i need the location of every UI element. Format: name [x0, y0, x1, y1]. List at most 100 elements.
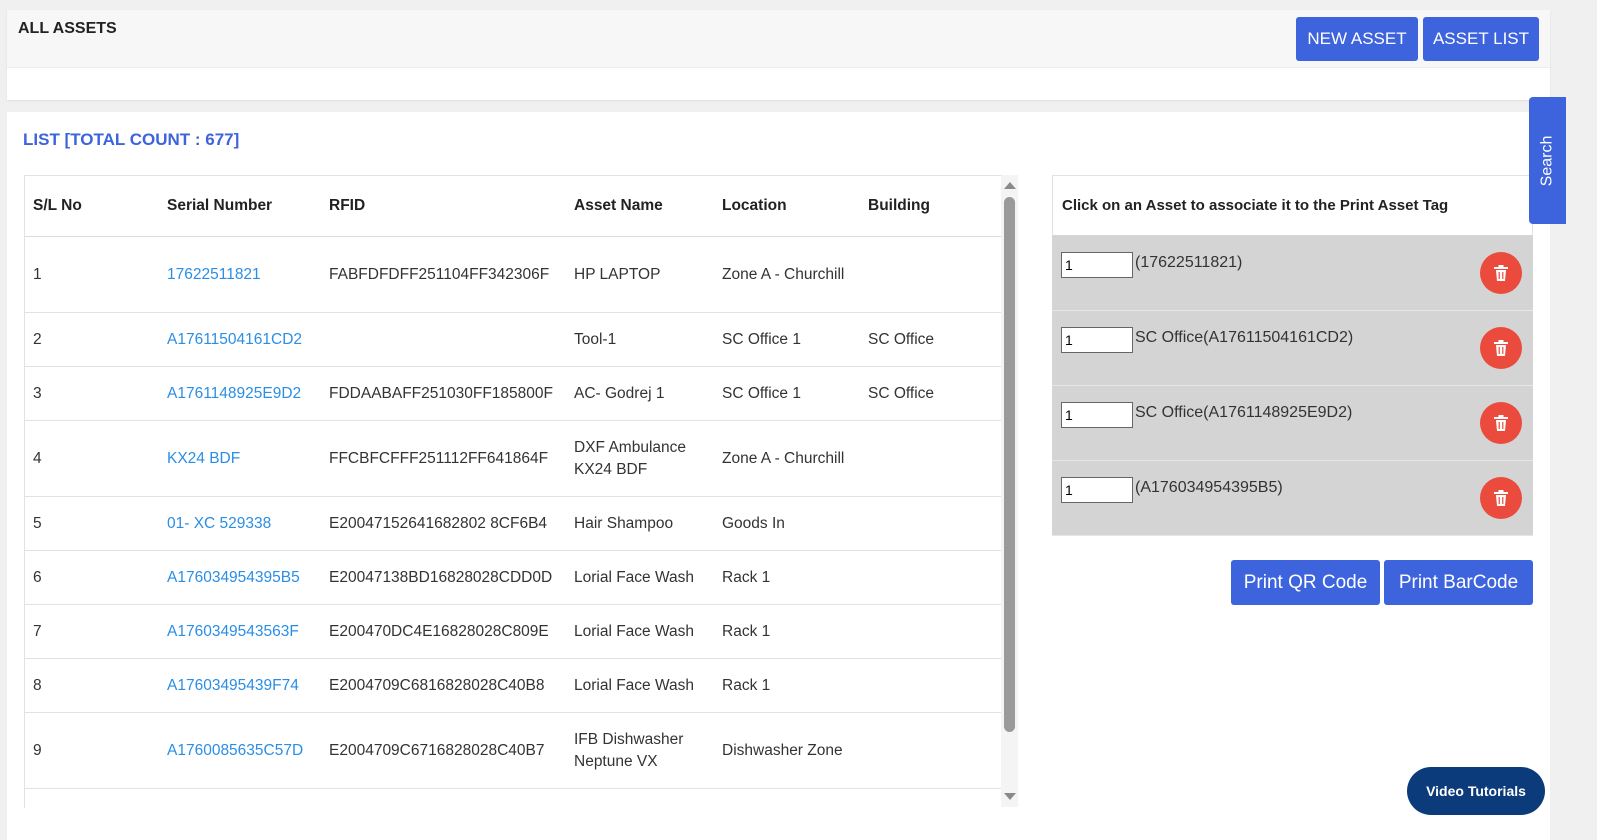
print-barcode-button[interactable]: Print BarCode — [1384, 560, 1533, 605]
page-title: ALL ASSETS — [18, 20, 117, 37]
table-row[interactable]: 9 A1760085635C57D E2004709C6716828028C40… — [25, 712, 1001, 789]
serial-number-link[interactable]: A1761148925E9D2 — [159, 366, 321, 421]
scroll-thumb[interactable] — [1004, 197, 1015, 732]
print-tag-item: SC Office(A17611504161CD2) — [1052, 311, 1533, 386]
cell-asset-name: HP LAPTOP — [566, 236, 714, 313]
serial-number-link[interactable]: A17611504161CD2 — [159, 312, 321, 367]
cell-sl: 2 — [25, 312, 159, 367]
serial-number-link[interactable]: KX24 BDF — [159, 420, 321, 497]
table-row[interactable]: 8 A17603495439F74 E2004709C6816828028C40… — [25, 658, 1001, 713]
cell-sl: 6 — [25, 550, 159, 605]
cell-building — [860, 420, 1001, 497]
table-row[interactable] — [25, 788, 1001, 808]
table-row[interactable]: 7 A1760349543563F E200470DC4E16828028C80… — [25, 604, 1001, 659]
trash-icon — [1494, 415, 1508, 431]
print-tag-label: SC Office(A1761148925E9D2) — [1135, 404, 1353, 421]
search-tab-label: Search — [1538, 135, 1556, 186]
table-header-row: S/L No Serial Number RFID Asset Name Loc… — [25, 176, 1001, 237]
asset-list-button[interactable]: ASSET LIST — [1423, 17, 1539, 61]
cell-asset-name: Tool-1 — [566, 312, 714, 367]
cell-building: SC Office — [860, 312, 1001, 367]
cell-asset-name: DXF Ambulance KX24 BDF — [566, 420, 714, 497]
cell-asset-name: Lorial Face Wash — [566, 550, 714, 605]
print-qr-code-button[interactable]: Print QR Code — [1231, 560, 1380, 605]
cell-rfid — [321, 312, 566, 367]
cell-rfid: FABFDFDFF251104FF342306F — [321, 236, 566, 313]
print-tag-label: (17622511821) — [1135, 254, 1243, 271]
serial-number-link[interactable]: A176034954395B5 — [159, 550, 321, 605]
cell-building — [860, 496, 1001, 551]
search-tab[interactable]: Search — [1529, 97, 1566, 224]
serial-number-link[interactable]: 17622511821 — [159, 236, 321, 313]
list-title: LIST [TOTAL COUNT : 677] — [23, 130, 240, 149]
cell-location: Goods In — [714, 496, 860, 551]
cell-rfid: E2004709C6816828028C40B8 — [321, 658, 566, 713]
quantity-input[interactable] — [1061, 252, 1133, 278]
table-row[interactable]: 4 KX24 BDF FFCBFCFFF251112FF641864F DXF … — [25, 420, 1001, 497]
trash-icon — [1494, 265, 1508, 281]
print-tag-item: (17622511821) — [1052, 236, 1533, 311]
cell-building — [860, 712, 1001, 789]
column-header-building: Building — [860, 176, 1001, 237]
cell-location: Rack 1 — [714, 604, 860, 659]
quantity-input[interactable] — [1061, 477, 1133, 503]
asset-table-container: S/L No Serial Number RFID Asset Name Loc… — [24, 175, 1001, 808]
quantity-input[interactable] — [1061, 402, 1133, 428]
trash-icon — [1494, 340, 1508, 356]
delete-button[interactable] — [1480, 327, 1522, 369]
cell-sl: 9 — [25, 712, 159, 789]
new-asset-button[interactable]: NEW ASSET — [1296, 17, 1418, 61]
cell-asset-name: AC- Godrej 1 — [566, 366, 714, 421]
quantity-input[interactable] — [1061, 327, 1133, 353]
print-tag-panel: Click on an Asset to associate it to the… — [1052, 175, 1533, 536]
cell-building — [860, 550, 1001, 605]
table-row[interactable]: 1 17622511821 FABFDFDFF251104FF342306F H… — [25, 236, 1001, 313]
cell-rfid: E20047152641682802 8CF6B4 — [321, 496, 566, 551]
cell-rfid: E20047138BD16828028CDD0D — [321, 550, 566, 605]
cell-rfid: E2004709C6716828028C40B7 — [321, 712, 566, 789]
cell-rfid: E200470DC4E16828028C809E — [321, 604, 566, 659]
delete-button[interactable] — [1480, 252, 1522, 294]
cell-location: Zone A - Churchill — [714, 420, 860, 497]
cell-sl: 7 — [25, 604, 159, 659]
cell-sl: 1 — [25, 236, 159, 313]
column-header-sl-no: S/L No — [25, 176, 159, 237]
serial-number-link[interactable]: A1760085635C57D — [159, 712, 321, 789]
serial-number-link[interactable]: A1760349543563F — [159, 604, 321, 659]
cell-location: Zone A - Churchill — [714, 236, 860, 313]
table-row[interactable]: 5 01- XC 529338 E20047152641682802 8CF6B… — [25, 496, 1001, 551]
serial-number-link[interactable]: A17603495439F74 — [159, 658, 321, 713]
cell-building — [860, 658, 1001, 713]
video-tutorials-button[interactable]: Video Tutorials — [1407, 767, 1545, 815]
cell-asset-name: Hair Shampoo — [566, 496, 714, 551]
header-card: ALL ASSETS NEW ASSET ASSET LIST — [7, 10, 1550, 100]
cell-building — [860, 236, 1001, 313]
table-scrollbar[interactable] — [1001, 175, 1018, 807]
header-bar: ALL ASSETS NEW ASSET ASSET LIST — [7, 10, 1550, 68]
cell-location: Rack 1 — [714, 550, 860, 605]
print-tag-item: SC Office(A1761148925E9D2) — [1052, 386, 1533, 461]
delete-button[interactable] — [1480, 477, 1522, 519]
cell-location: SC Office 1 — [714, 366, 860, 421]
asset-table: S/L No Serial Number RFID Asset Name Loc… — [25, 176, 1001, 808]
print-tag-label: (A176034954395B5) — [1135, 479, 1283, 496]
column-header-rfid: RFID — [321, 176, 566, 237]
scroll-down-arrow-icon[interactable] — [1004, 793, 1016, 800]
delete-button[interactable] — [1480, 402, 1522, 444]
cell-location: Rack 1 — [714, 658, 860, 713]
cell-sl: 4 — [25, 420, 159, 497]
table-row[interactable]: 2 A17611504161CD2 Tool-1 SC Office 1 SC … — [25, 312, 1001, 367]
column-header-serial-number: Serial Number — [159, 176, 321, 237]
table-row[interactable]: 3 A1761148925E9D2 FDDAABAFF251030FF18580… — [25, 366, 1001, 421]
cell-sl: 8 — [25, 658, 159, 713]
cell-asset-name: IFB Dishwasher Neptune VX — [566, 712, 714, 789]
cell-sl: 3 — [25, 366, 159, 421]
trash-icon — [1494, 490, 1508, 506]
cell-location: SC Office 1 — [714, 312, 860, 367]
table-row[interactable]: 6 A176034954395B5 E20047138BD16828028CDD… — [25, 550, 1001, 605]
cell-building: SC Office — [860, 366, 1001, 421]
serial-number-link[interactable]: 01- XC 529338 — [159, 496, 321, 551]
cell-asset-name: Lorial Face Wash — [566, 658, 714, 713]
scroll-up-arrow-icon[interactable] — [1004, 182, 1016, 189]
main-card: LIST [TOTAL COUNT : 677] S/L No Serial N… — [7, 112, 1550, 840]
